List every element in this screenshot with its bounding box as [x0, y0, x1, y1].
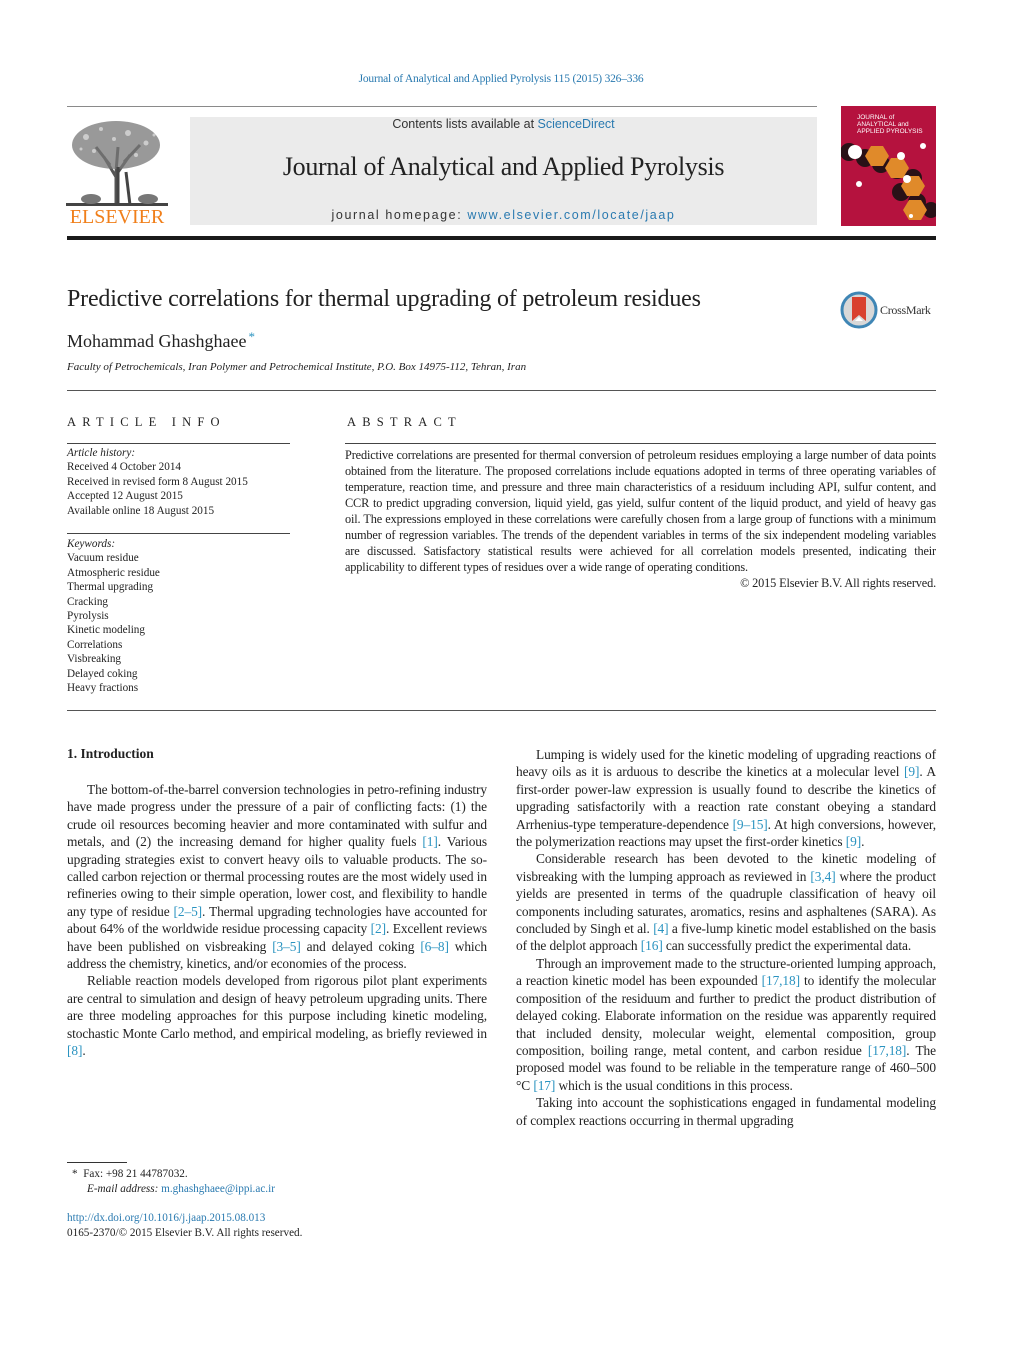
journal-header-banner: Contents lists available at ScienceDirec…: [190, 117, 817, 225]
article-history: Article history: Received 4 October 2014…: [67, 446, 292, 518]
citation-link[interactable]: [4]: [653, 921, 668, 936]
abstract-heading: ABSTRACT: [347, 415, 462, 429]
keyword-item: Correlations: [67, 638, 123, 651]
citation-link[interactable]: [17,18]: [762, 973, 800, 988]
history-received: Received 4 October 2014: [67, 461, 182, 474]
keywords-label: Keywords:: [67, 538, 116, 550]
paragraph-text: .: [82, 1043, 86, 1059]
header-top-rule: [67, 106, 817, 107]
doi-link[interactable]: http://dx.doi.org/10.1016/j.jaap.2015.08…: [67, 1211, 302, 1226]
paragraph-text: which is the usual conditions in this pr…: [555, 1077, 793, 1093]
body-paragraph: Reliable reaction models developed from …: [67, 972, 487, 1059]
issn-copyright: 0165-2370/© 2015 Elsevier B.V. All right…: [67, 1227, 303, 1239]
keyword-item: Atmospheric residue: [67, 566, 160, 579]
body-paragraph: Through an improvement made to the struc…: [516, 955, 936, 1094]
keyword-item: Delayed coking: [67, 667, 138, 680]
footnote-mark: *: [72, 1168, 78, 1180]
citation-link[interactable]: [17]: [533, 1078, 555, 1093]
abstract-text: Predictive correlations are presented fo…: [345, 448, 936, 574]
paragraph-text: can successfully predict the experimenta…: [662, 938, 912, 954]
citation-link[interactable]: [1]: [422, 834, 437, 849]
footnote-fax: Fax: +98 21 44787032.: [83, 1168, 188, 1180]
citation-link[interactable]: [8]: [67, 1043, 82, 1058]
abstract-body: Predictive correlations are presented fo…: [345, 447, 936, 591]
paragraph-text: and delayed coking: [300, 938, 421, 954]
citation-link[interactable]: [2]: [371, 921, 386, 936]
contents-prefix: Contents lists available at: [392, 117, 538, 131]
journal-homepage-link[interactable]: www.elsevier.com/locate/jaap: [467, 208, 675, 222]
footnote-email-line: E-mail address: m.ghashghaee@ippi.ac.ir: [72, 1182, 275, 1197]
citation-link[interactable]: [9]: [904, 764, 919, 779]
keyword-item: Heavy fractions: [67, 682, 139, 695]
history-revised: Received in revised form 8 August 2015: [67, 475, 248, 488]
journal-homepage-line: journal homepage: www.elsevier.com/locat…: [190, 208, 817, 222]
history-accepted: Accepted 12 August 2015: [67, 490, 183, 503]
body-paragraph: Taking into account the sophistications …: [516, 1094, 936, 1129]
section-heading-introduction: 1. Introduction: [67, 746, 154, 761]
article-info-rule-1: [67, 443, 290, 444]
corresponding-author-mark[interactable]: *: [248, 329, 255, 344]
citation-link[interactable]: [6–8]: [420, 939, 449, 954]
body-column-right: Lumping is widely used for the kinetic m…: [516, 746, 936, 1129]
paragraph-text: Taking into account the sophistications …: [516, 1095, 936, 1128]
journal-cover-image[interactable]: JOURNAL of ANALYTICAL and APPLIED PYROLY…: [841, 106, 936, 226]
elsevier-tree-icon: [66, 121, 168, 206]
crossmark-label: CrossMark: [880, 303, 931, 317]
article-title: Predictive correlations for thermal upgr…: [67, 286, 701, 312]
history-online: Available online 18 August 2015: [67, 504, 215, 517]
body-paragraph: Considerable research has been devoted t…: [516, 850, 936, 954]
article-info-heading: ARTICLE INFO: [67, 415, 226, 429]
article-info-rule-2: [67, 533, 290, 534]
citation-link[interactable]: [3–5]: [272, 939, 301, 954]
abstract-bottom-divider: [67, 710, 936, 711]
homepage-prefix: journal homepage:: [331, 208, 468, 222]
article-history-label: Article history:: [67, 447, 136, 459]
abstract-rule: [345, 443, 936, 444]
title-divider: [67, 390, 936, 391]
contents-available-line: Contents lists available at ScienceDirec…: [190, 117, 817, 131]
footnote-fax-line: * Fax: +98 21 44787032.: [72, 1167, 275, 1182]
doi-block: http://dx.doi.org/10.1016/j.jaap.2015.08…: [67, 1211, 302, 1241]
citation-link[interactable]: [3,4]: [810, 869, 835, 884]
citation-link[interactable]: [9]: [846, 834, 861, 849]
keyword-item: Thermal upgrading: [67, 581, 154, 594]
keyword-item: Kinetic modeling: [67, 624, 145, 637]
keyword-item: Cracking: [67, 595, 109, 608]
journal-citation-link[interactable]: Journal of Analytical and Applied Pyroly…: [0, 73, 1002, 85]
keywords-list: Keywords: Vacuum residue Atmospheric res…: [67, 537, 292, 695]
citation-link[interactable]: [2–5]: [174, 904, 203, 919]
paragraph-text: Reliable reaction models developed from …: [67, 973, 487, 1041]
body-column-left: The bottom-of-the-barrel conversion tech…: [67, 781, 487, 1060]
keyword-item: Pyrolysis: [67, 610, 109, 623]
journal-title: Journal of Analytical and Applied Pyroly…: [282, 152, 725, 181]
crossmark-button[interactable]: CrossMark: [840, 291, 940, 329]
footnote: * Fax: +98 21 44787032. E-mail address: …: [72, 1167, 275, 1197]
citation-link[interactable]: [9–15]: [733, 817, 768, 832]
author-name: Mohammad Ghashghaee *: [67, 329, 255, 352]
paragraph-text: .: [861, 834, 865, 850]
citation-link[interactable]: [16]: [641, 938, 663, 953]
paragraph-text: Lumping is widely used for the kinetic m…: [516, 747, 936, 780]
header-bottom-rule: [67, 236, 936, 240]
elsevier-logo[interactable]: ELSEVIER: [66, 117, 168, 229]
sciencedirect-link[interactable]: ScienceDirect: [538, 117, 615, 131]
email-label: E-mail address:: [87, 1183, 162, 1195]
crossmark-icon: [840, 291, 878, 329]
abstract-copyright: © 2015 Elsevier B.V. All rights reserved…: [740, 576, 936, 590]
footnote-rule: [67, 1162, 127, 1163]
keyword-item: Vacuum residue: [67, 552, 139, 565]
body-paragraph: Lumping is widely used for the kinetic m…: [516, 746, 936, 850]
elsevier-wordmark: ELSEVIER: [69, 206, 165, 228]
author-name-text[interactable]: Mohammad Ghashghaee: [67, 331, 246, 351]
cover-art-icon: [841, 143, 936, 220]
author-email-link[interactable]: m.ghashghaee@ippi.ac.ir: [161, 1183, 275, 1195]
citation-link[interactable]: [17,18]: [868, 1043, 906, 1058]
author-affiliation: Faculty of Petrochemicals, Iran Polymer …: [67, 361, 527, 373]
keyword-item: Visbreaking: [67, 653, 122, 666]
body-paragraph: The bottom-of-the-barrel conversion tech…: [67, 781, 487, 972]
